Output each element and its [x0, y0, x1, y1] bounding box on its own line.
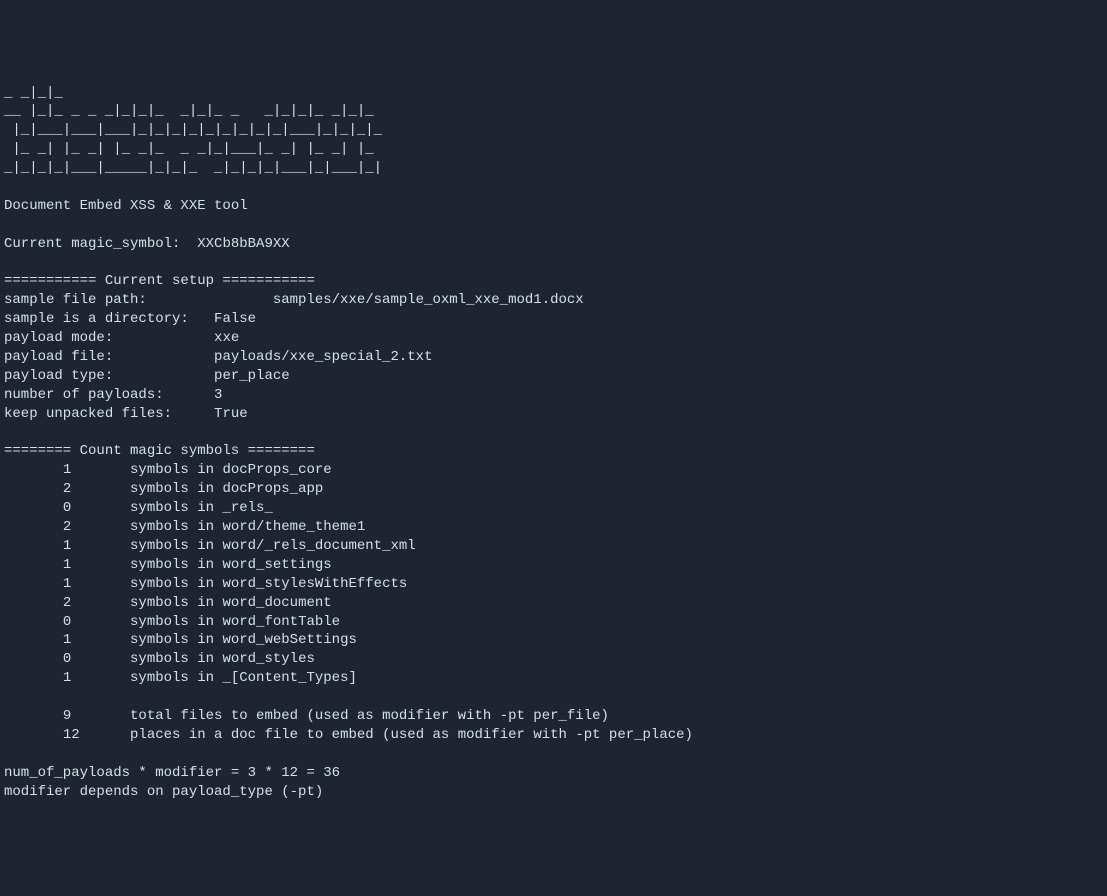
- symbol-name: _[Content_Types]: [222, 670, 356, 686]
- symbol-name: word/theme_theme1: [222, 519, 365, 535]
- symbol-count: 1: [63, 670, 71, 686]
- total-count: 9: [63, 708, 71, 724]
- symbol-count: 0: [63, 651, 71, 667]
- symbol-count: 1: [63, 557, 71, 573]
- symbol-count: 2: [63, 481, 71, 497]
- setup-item-value: False: [214, 311, 256, 327]
- symbol-count: 1: [63, 538, 71, 554]
- tool-title: Document Embed XSS & XXE tool: [4, 198, 248, 214]
- calculation-note: modifier depends on payload_type (-pt): [4, 784, 323, 800]
- setup-item-label: keep unpacked files:: [4, 406, 214, 422]
- total-text: places in a doc file to embed (used as m…: [130, 727, 693, 743]
- setup-item-label: payload type:: [4, 368, 214, 384]
- symbol-count: 2: [63, 519, 71, 535]
- setup-item-label: sample is a directory:: [4, 311, 214, 327]
- setup-item-value: payloads/xxe_special_2.txt: [214, 349, 432, 365]
- calculation-line: num_of_payloads * modifier = 3 * 12 = 36: [4, 765, 340, 781]
- magic-symbol-label: Current magic_symbol:: [4, 236, 197, 252]
- count-header: ======== Count magic symbols ========: [4, 443, 315, 459]
- symbol-count: 0: [63, 614, 71, 630]
- setup-item-label: payload mode:: [4, 330, 214, 346]
- magic-symbol-value: XXCb8bBA9XX: [197, 236, 289, 252]
- total-count: 12: [63, 727, 80, 743]
- symbol-name: word_styles: [222, 651, 314, 667]
- symbol-count: 1: [63, 576, 71, 592]
- symbol-name: word_stylesWithEffects: [222, 576, 407, 592]
- symbol-count: 0: [63, 500, 71, 516]
- symbol-name: word_settings: [222, 557, 331, 573]
- setup-item-label: number of payloads:: [4, 387, 214, 403]
- symbol-count: 1: [63, 462, 71, 478]
- symbol-name: _rels_: [222, 500, 272, 516]
- total-text: total files to embed (used as modifier w…: [130, 708, 609, 724]
- terminal-output: _ _|_|_ __ |_|_ _ _ _|_|_|_ _|_|_ _ _|_|…: [4, 84, 1103, 802]
- symbol-name: word/_rels_document_xml: [222, 538, 415, 554]
- setup-item-label: payload file:: [4, 349, 214, 365]
- symbol-name: word_document: [222, 595, 331, 611]
- setup-item-value: 3: [214, 387, 222, 403]
- symbol-count: 2: [63, 595, 71, 611]
- symbol-count: 1: [63, 632, 71, 648]
- setup-item-value: samples/xxe/sample_oxml_xxe_mod1.docx: [273, 292, 584, 308]
- ascii-banner: _ _|_|_ __ |_|_ _ _ _|_|_|_ _|_|_ _ _|_|…: [4, 85, 382, 177]
- symbol-name: word_webSettings: [222, 632, 356, 648]
- setup-item-value: xxe: [214, 330, 239, 346]
- symbol-name: docProps_app: [222, 481, 323, 497]
- symbol-name: word_fontTable: [222, 614, 340, 630]
- symbol-name: docProps_core: [222, 462, 331, 478]
- setup-item-label: sample file path:: [4, 292, 273, 308]
- setup-header: =========== Current setup ===========: [4, 273, 315, 289]
- setup-item-value: True: [214, 406, 248, 422]
- setup-item-value: per_place: [214, 368, 290, 384]
